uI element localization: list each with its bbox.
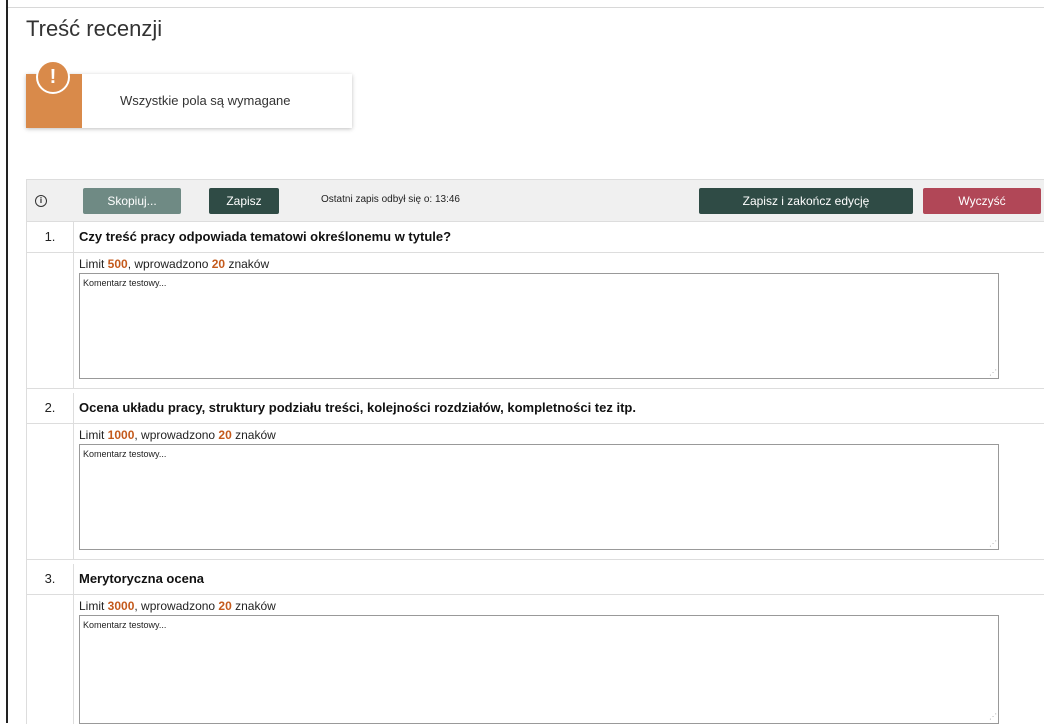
question-answer-row: Limit 500, wprowadzono 20 znaków ⋰ (27, 253, 1044, 389)
question-header: 1. Czy treść pracy odpowiada tematowi ok… (27, 222, 1044, 253)
question-answer-row: Limit 3000, wprowadzono 20 znaków ⋰ (27, 595, 1044, 724)
window-top-border (0, 0, 1044, 8)
limit-value: 3000 (107, 599, 135, 613)
review-form: i Skopiuj... Zapisz Ostatni zapis odbył … (26, 179, 1044, 724)
question-text: Ocena układu pracy, struktury podziału t… (79, 400, 636, 415)
save-and-finish-button[interactable]: Zapisz i zakończ edycję (699, 188, 913, 214)
page-title: Treść recenzji (26, 16, 163, 41)
form-toolbar: i Skopiuj... Zapisz Ostatni zapis odbył … (27, 180, 1044, 222)
question-header: 3. Merytoryczna ocena (27, 564, 1044, 595)
comment-textarea[interactable] (79, 444, 999, 550)
limit-value: 1000 (107, 428, 135, 442)
required-fields-alert: ! Wszystkie pola są wymagane (26, 60, 352, 128)
alert-message: Wszystkie pola są wymagane (120, 93, 291, 108)
question-number: 3. (27, 564, 74, 594)
question-text: Czy treść pracy odpowiada tematowi okreś… (79, 229, 452, 244)
entered-count: 20 (211, 257, 226, 271)
info-icon[interactable]: i (35, 195, 47, 207)
resize-handle-icon[interactable]: ⋰ (989, 712, 997, 721)
question-text: Merytoryczna ocena (79, 571, 204, 586)
question-header: 2. Ocena układu pracy, struktury podział… (27, 393, 1044, 424)
question-number-cell (27, 253, 74, 388)
entered-count: 20 (218, 599, 232, 613)
entered-count: 20 (218, 428, 232, 442)
question-number: 1. (27, 222, 74, 252)
resize-handle-icon[interactable]: ⋰ (989, 539, 997, 548)
copy-button[interactable]: Skopiuj... (83, 188, 181, 214)
last-save-status: Ostatni zapis odbył się o: 13:46 (321, 194, 460, 205)
clear-button[interactable]: Wyczyść (923, 188, 1041, 214)
character-limit-info: Limit 500, wprowadzono 20 znaków (79, 257, 270, 271)
question-number-cell (27, 424, 74, 559)
question-number: 2. (27, 393, 74, 423)
comment-textarea[interactable] (79, 273, 999, 379)
limit-value: 500 (107, 257, 128, 271)
comment-textarea[interactable] (79, 615, 999, 724)
save-button[interactable]: Zapisz (209, 188, 279, 214)
window-left-border (0, 0, 8, 723)
question-answer-row: Limit 1000, wprowadzono 20 znaków ⋰ (27, 424, 1044, 560)
character-limit-info: Limit 3000, wprowadzono 20 znaków (79, 599, 276, 613)
exclamation-icon: ! (36, 60, 70, 94)
character-limit-info: Limit 1000, wprowadzono 20 znaków (79, 428, 276, 442)
resize-handle-icon[interactable]: ⋰ (989, 368, 997, 377)
question-number-cell (27, 595, 74, 724)
